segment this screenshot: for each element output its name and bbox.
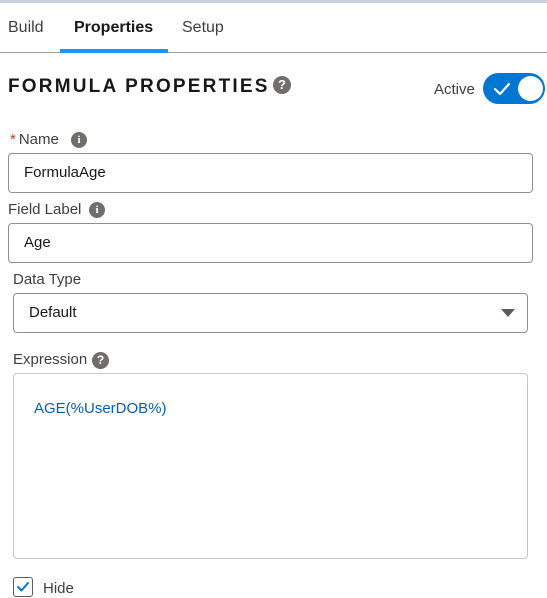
hide-checkbox-label: Hide bbox=[43, 580, 74, 597]
expression-label: Expression bbox=[13, 351, 88, 368]
expression-text: AGE(%UserDOB%) bbox=[34, 400, 167, 417]
name-label: * Name bbox=[10, 131, 59, 148]
field-label-info-icon[interactable]: i bbox=[89, 202, 105, 218]
check-icon bbox=[493, 82, 511, 96]
expression-help-icon[interactable]: ? bbox=[92, 352, 109, 369]
hide-checkbox[interactable] bbox=[13, 577, 33, 597]
name-label-text: Name bbox=[18, 131, 59, 148]
tab-build[interactable]: Build bbox=[8, 19, 44, 37]
active-toggle[interactable] bbox=[483, 73, 545, 104]
data-type-label: Data Type bbox=[13, 271, 82, 288]
tab-properties[interactable]: Properties bbox=[74, 19, 153, 37]
data-type-select[interactable]: Default bbox=[13, 293, 528, 333]
name-info-icon[interactable]: i bbox=[71, 132, 87, 148]
page-title: FORMULA PROPERTIES bbox=[8, 76, 270, 97]
name-input[interactable]: FormulaAge bbox=[8, 153, 533, 193]
tab-setup[interactable]: Setup bbox=[182, 19, 224, 37]
data-type-selected-value: Default bbox=[29, 304, 77, 321]
toggle-knob bbox=[518, 76, 543, 101]
help-icon[interactable]: ? bbox=[273, 76, 291, 94]
active-toggle-label: Active bbox=[434, 81, 475, 98]
check-icon bbox=[17, 582, 29, 592]
tab-bar: Build Properties Setup bbox=[0, 3, 547, 53]
chevron-down-icon bbox=[501, 309, 515, 317]
field-label-label: Field Label bbox=[8, 201, 82, 218]
required-marker: * bbox=[10, 131, 16, 148]
active-tab-indicator bbox=[60, 49, 168, 53]
field-label-input[interactable]: Age bbox=[8, 223, 533, 263]
expression-editor[interactable]: AGE(%UserDOB%) bbox=[13, 373, 528, 559]
